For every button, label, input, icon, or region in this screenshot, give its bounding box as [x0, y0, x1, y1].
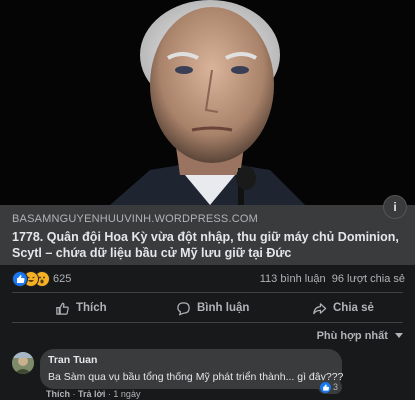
- reaction-count[interactable]: 625: [53, 273, 71, 285]
- thumbs-up-icon: [56, 302, 69, 315]
- like-button[interactable]: Thích: [55, 299, 107, 317]
- comment-like-link[interactable]: Thích: [46, 389, 70, 399]
- portrait-image: [0, 0, 415, 205]
- comment-reply-link[interactable]: Trả lời: [78, 389, 105, 399]
- share-count[interactable]: 96 lượt chia sẻ: [332, 273, 405, 285]
- post-photo[interactable]: [0, 0, 415, 205]
- comment-label: Bình luận: [197, 302, 250, 314]
- comment-button[interactable]: Bình luận: [176, 299, 249, 317]
- post-actions: Thích Bình luận Chia sẻ: [0, 295, 415, 321]
- comment-text: Ba Sàm qua vụ bầu tổng thống Mỹ phát tri…: [48, 371, 344, 383]
- comment-share-counts: 113 bình luận 96 lượt chia sẻ: [260, 273, 405, 285]
- comment-like-count: 3: [333, 382, 339, 392]
- like-label: Thích: [76, 302, 107, 314]
- sort-label: Phù hợp nhất: [316, 330, 388, 342]
- share-label: Chia sẻ: [333, 302, 374, 314]
- info-icon[interactable]: i: [383, 195, 407, 219]
- divider: [12, 292, 403, 293]
- comment-meta: Thích · Trả lời · 1 ngày: [46, 389, 141, 399]
- comment-count[interactable]: 113 bình luận: [260, 273, 326, 285]
- like-icon: [12, 271, 28, 287]
- reaction-stats-bar: 625 113 bình luận 96 lượt chia sẻ: [0, 265, 415, 291]
- comment-bubble: Tran Tuan Ba Sàm qua vụ bầu tổng thống M…: [40, 349, 344, 389]
- link-domain: BASAMNGUYENHUUVINH.WORDPRESS.COM: [12, 213, 258, 225]
- avatar[interactable]: [12, 352, 34, 374]
- comment-reaction-badge[interactable]: 3: [318, 380, 343, 394]
- comment-author[interactable]: Tran Tuan: [48, 354, 97, 366]
- share-button[interactable]: Chia sẻ: [312, 299, 374, 317]
- like-icon: [320, 381, 331, 393]
- share-icon: [313, 302, 327, 314]
- chevron-down-icon: [395, 333, 403, 338]
- link-title[interactable]: 1778. Quân đội Hoa Kỳ vừa đột nhập, thu …: [12, 229, 405, 261]
- comment-sort-dropdown[interactable]: Phù hợp nhất: [317, 330, 403, 342]
- comment-icon: [177, 301, 190, 316]
- divider: [12, 322, 403, 323]
- comment-time[interactable]: 1 ngày: [113, 389, 140, 399]
- link-preview-card[interactable]: BASAMNGUYENHUUVINH.WORDPRESS.COM i 1778.…: [0, 195, 415, 265]
